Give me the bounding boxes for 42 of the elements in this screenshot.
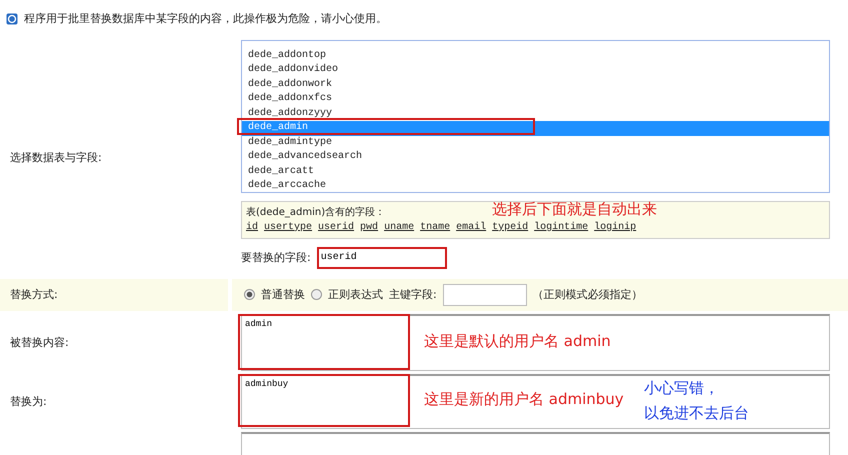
radio-label: 正则表达式 xyxy=(328,287,383,302)
table-option[interactable]: dede_arccache xyxy=(242,179,829,194)
radio-button[interactable] xyxy=(311,289,322,300)
annotation-text: 选择后下面就是自动出来 xyxy=(492,200,657,219)
table-option[interactable]: dede_addonxfcs xyxy=(242,92,829,107)
field-link[interactable]: uname xyxy=(384,222,414,233)
notice-text: 程序用于批里替换数据库中某字段的内容，此操作极为危险，请小心使用。 xyxy=(24,11,387,26)
warning-text: 小心写错， xyxy=(644,378,719,400)
field-link[interactable]: tname xyxy=(420,222,450,233)
field-link[interactable]: email xyxy=(456,222,486,233)
field-label: 主键字段: xyxy=(389,287,437,302)
table-option[interactable]: dede_admintype xyxy=(242,136,829,150)
field-label: 替换为: xyxy=(10,394,47,410)
condition-textarea[interactable] xyxy=(241,432,830,455)
warning-text: 以免进不去后台 xyxy=(644,403,749,424)
field-link[interactable]: userid xyxy=(318,222,354,233)
field-link[interactable]: usertype xyxy=(264,222,312,233)
field-link[interactable]: typeid xyxy=(492,222,528,233)
field-link[interactable]: logintime xyxy=(534,222,588,233)
table-option[interactable]: dede_addonvideo xyxy=(242,63,829,78)
field-link[interactable]: id xyxy=(246,222,258,233)
field-label: 替换方式: xyxy=(10,287,58,302)
table-option[interactable]: dede_advancedsearch xyxy=(242,150,829,165)
table-option[interactable]: dede_arcatt xyxy=(242,164,829,180)
info-icon xyxy=(6,12,18,25)
annotation-text: 这里是新的用户名 adminbuy xyxy=(424,390,624,410)
table-listbox[interactable]: dede_addontop dede_addonvideo dede_addonwork dede_addonxfcs dede_addonzyyy dede_admin dede_admintype dede_advancedsearch dede_arcatt dede_arccache xyxy=(241,40,830,193)
key-field-input[interactable] xyxy=(442,284,527,306)
fields-title: 表(dede_admin)含有的字段： xyxy=(246,206,386,219)
field-input[interactable]: userid xyxy=(316,246,447,269)
hint-text: （正则模式必须指定） xyxy=(532,287,643,302)
annotation-text: 这里是默认的用户名 admin xyxy=(424,332,611,351)
table-option[interactable]: dede_addontop xyxy=(242,48,829,64)
table-option[interactable]: dede_addonzyyy xyxy=(242,106,829,122)
field-link[interactable]: loginip xyxy=(594,222,636,233)
field-label: 要替换的字段: xyxy=(241,250,311,266)
radio-button[interactable] xyxy=(244,289,255,300)
radio-label: 普通替换 xyxy=(261,287,305,302)
table-option[interactable]: dede_addonwork xyxy=(242,78,829,92)
field-label: 选择数据表与字段: xyxy=(10,150,102,165)
field-link[interactable]: pwd xyxy=(360,222,378,233)
field-label: 被替换内容: xyxy=(10,335,69,350)
